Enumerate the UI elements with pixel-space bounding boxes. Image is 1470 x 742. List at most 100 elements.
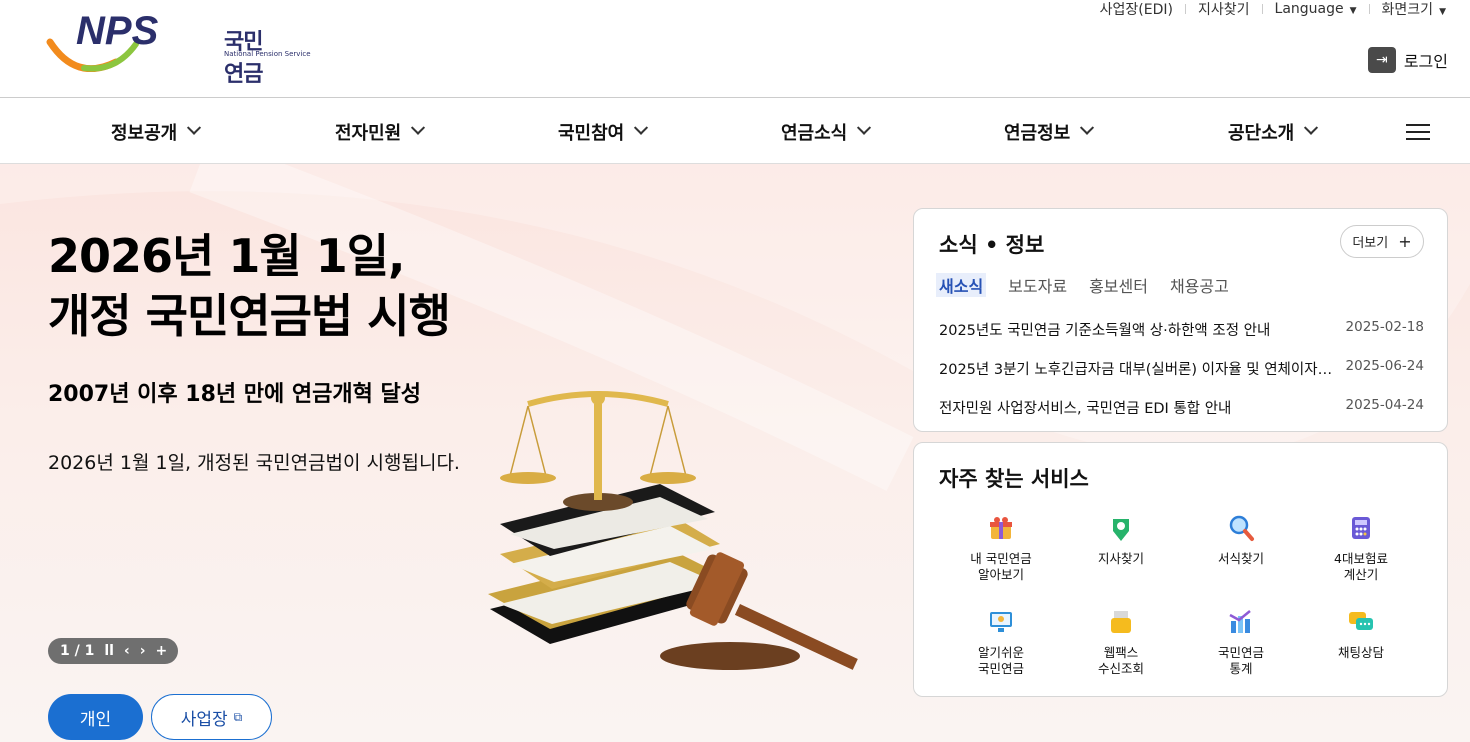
service-chat-consult[interactable]: 채팅상담: [1301, 607, 1421, 661]
login-label: 로그인: [1403, 52, 1448, 71]
frequent-services-card: 자주 찾는 서비스 내 국민연금 알아보기 지사찾기 서식찾기 4대보험료 계산…: [913, 442, 1448, 697]
nav-item-about[interactable]: 공단소개: [1228, 119, 1319, 145]
scales-gavel-books-illustration: [488, 391, 858, 670]
site-header: NPS 국민연금 National Pension Service 사업장(ED…: [0, 0, 1470, 98]
external-link-icon: ⧉: [233, 709, 243, 724]
util-language-dropdown[interactable]: Language ▼: [1275, 1, 1357, 17]
hero-title-line1: 2026년 1월 1일,: [48, 229, 406, 283]
service-label: 국민연금 통계: [1217, 645, 1264, 676]
news-list-item[interactable]: 2025년 3분기 노후긴급자금 대부(실버론) 이자율 및 연체이자율 안내 …: [939, 358, 1424, 379]
news-item-date: 2025-04-24: [1345, 397, 1424, 413]
util-divider: [1261, 4, 1263, 14]
nav-item-label: 공단소개: [1228, 123, 1295, 144]
chevron-down-icon: [634, 120, 649, 135]
utility-menu: 사업장(EDI) 지사찾기 Language ▼ 화면크기 ▼: [1100, 0, 1446, 18]
plus-icon: +: [1398, 232, 1412, 251]
news-card-title: 소식 • 정보: [939, 233, 1045, 257]
fax-icon: [1111, 611, 1131, 633]
nps-logo[interactable]: NPS 국민연금 National Pension Service: [46, 12, 311, 87]
prev-arrow-icon[interactable]: ‹: [124, 643, 130, 659]
monitor-icon: [990, 612, 1012, 632]
tab-pr-center[interactable]: 홍보센터: [1089, 273, 1148, 297]
more-button-label: 더보기: [1352, 236, 1389, 251]
more-button[interactable]: 더보기 +: [1340, 225, 1424, 258]
calculator-icon: [1352, 517, 1370, 539]
service-webfax[interactable]: 웹팩스 수신조회: [1061, 607, 1181, 677]
service-find-branch[interactable]: 지사찾기: [1061, 513, 1181, 567]
util-screen-size-label: 화면크기: [1381, 2, 1434, 18]
logo-mark-icon: NPS: [46, 12, 159, 72]
util-branch-link[interactable]: 지사찾기: [1198, 0, 1250, 19]
service-find-forms[interactable]: 서식찾기: [1181, 513, 1301, 567]
stats-icon: [1229, 610, 1251, 633]
nav-item-label: 연금소식: [781, 123, 848, 144]
business-button-label: 사업장: [180, 709, 228, 730]
nav-item-label: 국민참여: [558, 123, 625, 144]
logo-english-text: National Pension Service: [224, 50, 311, 58]
slide-pager: 1 / 1 ll ‹ › +: [48, 638, 178, 664]
nav-item-info-disclosure[interactable]: 정보공개: [111, 119, 202, 145]
services-card-title: 자주 찾는 서비스: [939, 467, 1089, 491]
nav-item-pension-info[interactable]: 연금정보: [1004, 119, 1095, 145]
caret-down-icon: ▼: [1439, 7, 1446, 17]
hero-subtitle: 2007년 이후 18년 만에 연금개혁 달성: [48, 382, 422, 407]
service-label: 내 국민연금 알아보기: [970, 551, 1032, 582]
login-icon: ⇥: [1367, 47, 1396, 73]
slide-counter: 1 / 1: [60, 643, 95, 659]
gift-icon: [990, 517, 1012, 539]
nav-item-participation[interactable]: 국민참여: [558, 119, 649, 145]
service-easy-pension[interactable]: 알기쉬운 국민연금: [941, 607, 1061, 677]
util-divider: [1185, 4, 1186, 14]
service-label: 4대보험료 계산기: [1334, 551, 1388, 582]
news-item-title: 2025년 3분기 노후긴급자금 대부(실버론) 이자율 및 연체이자율 안내: [939, 362, 1339, 378]
news-list-item[interactable]: 전자민원 사업장서비스, 국민연금 EDI 통합 안내 2025-04-24: [939, 397, 1424, 418]
chevron-down-icon: [1080, 120, 1095, 135]
logo-nps-text: NPS: [76, 12, 159, 53]
service-label: 웹팩스 수신조회: [1097, 645, 1144, 676]
map-pin-icon: [1113, 519, 1129, 541]
service-my-pension[interactable]: 내 국민연금 알아보기: [941, 513, 1061, 583]
login-button[interactable]: ⇥ 로그인: [1367, 47, 1448, 73]
hamburger-menu-icon[interactable]: [1406, 124, 1430, 140]
chevron-down-icon: [411, 120, 426, 135]
hero-banner: 2026년 1월 1일, 개정 국민연금법 시행 2007년 이후 18년 만에…: [0, 164, 1470, 742]
main-nav: 정보공개 전자민원 국민참여 연금소식 연금정보 공단소개: [0, 97, 1470, 164]
service-label: 지사찾기: [1097, 551, 1144, 566]
tab-press[interactable]: 보도자료: [1008, 273, 1067, 297]
nav-item-label: 전자민원: [335, 123, 402, 144]
util-screen-size-dropdown[interactable]: 화면크기 ▼: [1382, 0, 1446, 19]
caret-down-icon: ▼: [1349, 6, 1357, 16]
tab-recruitment[interactable]: 채용공고: [1170, 273, 1229, 297]
service-label: 알기쉬운 국민연금: [977, 645, 1024, 676]
news-info-card: 소식 • 정보 더보기 + 새소식 보도자료 홍보센터 채용공고 2025년도 국…: [913, 208, 1448, 432]
news-item-date: 2025-02-18: [1345, 319, 1424, 335]
service-pension-stats[interactable]: 국민연금 통계: [1181, 607, 1301, 677]
chevron-down-icon: [187, 120, 202, 135]
news-item-title: 전자민원 사업장서비스, 국민연금 EDI 통합 안내: [939, 401, 1232, 417]
personal-button[interactable]: 개인: [48, 694, 143, 740]
pause-icon[interactable]: ll: [104, 643, 114, 659]
news-list-item[interactable]: 2025년도 국민연금 기준소득월액 상·하한액 조정 안내 2025-02-1…: [939, 319, 1424, 340]
chevron-down-icon: [857, 120, 872, 135]
service-label: 채팅상담: [1337, 645, 1384, 660]
util-divider: [1368, 4, 1370, 14]
nav-item-label: 정보공개: [111, 123, 178, 144]
nav-item-e-civil[interactable]: 전자민원: [335, 119, 426, 145]
util-edi-link[interactable]: 사업장(EDI): [1100, 0, 1173, 19]
business-button[interactable]: 사업장 ⧉: [151, 694, 272, 740]
hero-title: 2026년 1월 1일, 개정 국민연금법 시행: [48, 226, 451, 346]
next-arrow-icon[interactable]: ›: [140, 643, 146, 659]
tab-news[interactable]: 새소식: [936, 273, 987, 297]
chat-icon: [1349, 612, 1373, 630]
hero-title-line2: 개정 국민연금법 시행: [48, 289, 451, 343]
magnifier-icon: [1229, 515, 1254, 541]
news-item-title: 2025년도 국민연금 기준소득월액 상·하한액 조정 안내: [939, 323, 1271, 339]
plus-icon[interactable]: +: [156, 643, 168, 659]
chevron-down-icon: [1304, 120, 1319, 135]
hero-description: 2026년 1월 1일, 개정된 국민연금법이 시행됩니다.: [48, 452, 460, 474]
nav-item-label: 연금정보: [1004, 123, 1071, 144]
news-item-date: 2025-06-24: [1345, 358, 1424, 374]
service-insurance-calculator[interactable]: 4대보험료 계산기: [1301, 513, 1421, 583]
service-label: 서식찾기: [1217, 551, 1264, 566]
nav-item-pension-news[interactable]: 연금소식: [781, 119, 872, 145]
